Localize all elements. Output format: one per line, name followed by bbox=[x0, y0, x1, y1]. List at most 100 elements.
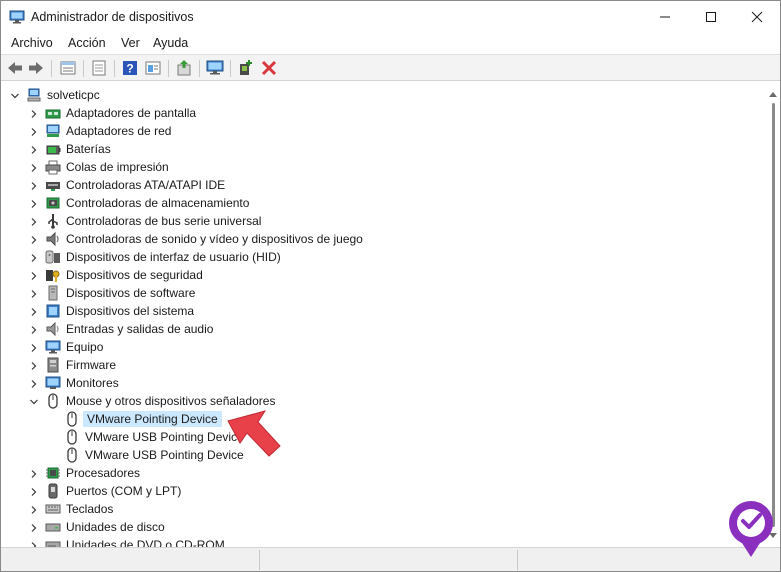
chevron-right-icon[interactable] bbox=[29, 288, 39, 298]
tree-category[interactable]: Baterías bbox=[4, 140, 764, 158]
tree-category[interactable]: Dispositivos de software bbox=[4, 284, 764, 302]
tree-category[interactable]: Unidades de DVD o CD-ROM bbox=[4, 536, 764, 547]
tree-category-label: Puertos (COM y LPT) bbox=[66, 484, 182, 498]
add-device-button[interactable] bbox=[237, 59, 255, 77]
toolbar-separator bbox=[199, 60, 200, 77]
storage-controller-icon bbox=[45, 195, 61, 211]
chevron-right-icon[interactable] bbox=[29, 144, 39, 154]
tree-category[interactable]: Entradas y salidas de audio bbox=[4, 320, 764, 338]
chevron-right-icon[interactable] bbox=[29, 270, 39, 280]
properties-page-icon bbox=[92, 60, 106, 76]
help-button[interactable]: ? bbox=[121, 59, 139, 77]
back-button[interactable] bbox=[6, 59, 24, 77]
chevron-right-icon[interactable] bbox=[29, 306, 39, 316]
tree-category-label: Equipo bbox=[66, 340, 104, 354]
tree-category[interactable]: Unidades de disco bbox=[4, 518, 764, 536]
status-separator bbox=[517, 550, 518, 570]
chevron-right-icon[interactable] bbox=[29, 324, 39, 334]
tree-category-label: Dispositivos de interfaz de usuario (HID… bbox=[66, 250, 281, 264]
tree-device-item[interactable]: VMware Pointing Device bbox=[4, 410, 764, 428]
menu-accion[interactable]: Acción bbox=[68, 36, 106, 50]
tree-category[interactable]: Adaptadores de pantalla bbox=[4, 104, 764, 122]
chevron-down-icon[interactable] bbox=[29, 396, 39, 406]
chevron-right-icon[interactable] bbox=[29, 108, 39, 118]
chevron-right-icon[interactable] bbox=[29, 486, 39, 496]
dvd-drive-icon bbox=[45, 537, 61, 547]
chevron-right-icon[interactable] bbox=[29, 522, 39, 532]
tree-category[interactable]: Colas de impresión bbox=[4, 158, 764, 176]
tree-category-label: Adaptadores de pantalla bbox=[66, 106, 197, 120]
scan-hardware-icon bbox=[206, 60, 224, 75]
add-device-icon bbox=[240, 60, 252, 75]
chevron-right-icon[interactable] bbox=[29, 378, 39, 388]
chevron-right-icon[interactable] bbox=[29, 216, 39, 226]
tree-category[interactable]: Controladoras ATA/ATAPI IDE bbox=[4, 176, 764, 194]
tree-category[interactable]: Dispositivos de interfaz de usuario (HID… bbox=[4, 248, 764, 266]
status-separator bbox=[259, 550, 260, 570]
uninstall-icon bbox=[261, 60, 277, 76]
maximize-button[interactable] bbox=[688, 1, 734, 33]
tree-device-item[interactable]: VMware USB Pointing Device bbox=[4, 428, 764, 446]
view-button[interactable] bbox=[144, 59, 162, 77]
chevron-right-icon[interactable] bbox=[29, 180, 39, 190]
tree-category[interactable]: Equipo bbox=[4, 338, 764, 356]
speaker-icon bbox=[45, 231, 61, 247]
tree-category[interactable]: Adaptadores de red bbox=[4, 122, 764, 140]
chevron-right-icon[interactable] bbox=[29, 126, 39, 136]
menu-ayuda[interactable]: Ayuda bbox=[153, 36, 188, 50]
menu-ver[interactable]: Ver bbox=[121, 36, 140, 50]
port-icon bbox=[45, 483, 61, 499]
title-bar[interactable]: Administrador de dispositivos bbox=[1, 1, 780, 33]
audio-io-icon bbox=[45, 321, 61, 337]
tree-category[interactable]: Monitores bbox=[4, 374, 764, 392]
uninstall-button[interactable] bbox=[260, 59, 278, 77]
menu-archivo[interactable]: Archivo bbox=[11, 36, 53, 50]
computer-icon bbox=[45, 339, 61, 355]
properties-page-button[interactable] bbox=[90, 59, 108, 77]
forward-button[interactable] bbox=[27, 59, 45, 77]
chevron-right-icon[interactable] bbox=[29, 468, 39, 478]
battery-icon bbox=[45, 141, 61, 157]
tree-category[interactable]: Procesadores bbox=[4, 464, 764, 482]
chevron-right-icon[interactable] bbox=[29, 360, 39, 370]
software-device-icon bbox=[45, 285, 61, 301]
status-bar bbox=[1, 547, 780, 571]
tree-category[interactable]: Controladoras de bus serie universal bbox=[4, 212, 764, 230]
tree-category-label: Mouse y otros dispositivos señaladores bbox=[66, 394, 276, 408]
vertical-scrollbar[interactable] bbox=[767, 85, 779, 547]
firmware-icon bbox=[45, 357, 61, 373]
minimize-icon bbox=[660, 16, 670, 18]
update-driver-button[interactable] bbox=[175, 59, 193, 77]
usb-icon bbox=[45, 213, 61, 229]
tree-category[interactable]: Firmware bbox=[4, 356, 764, 374]
chevron-right-icon[interactable] bbox=[29, 234, 39, 244]
chevron-right-icon[interactable] bbox=[29, 504, 39, 514]
scrollbar-thumb[interactable] bbox=[772, 103, 775, 527]
chevron-down-icon[interactable] bbox=[10, 90, 20, 100]
tree-category[interactable]: Mouse y otros dispositivos señaladores bbox=[4, 392, 764, 410]
scan-hardware-button[interactable] bbox=[206, 59, 224, 77]
close-button[interactable] bbox=[734, 1, 780, 33]
chevron-right-icon[interactable] bbox=[29, 198, 39, 208]
tree-category-label: Baterías bbox=[66, 142, 111, 156]
tree-category[interactable]: Teclados bbox=[4, 500, 764, 518]
tree-root[interactable]: solveticpc bbox=[4, 86, 764, 104]
tree-category[interactable]: Controladoras de almacenamiento bbox=[4, 194, 764, 212]
properties-list-button[interactable] bbox=[59, 59, 77, 77]
device-manager-icon bbox=[9, 9, 25, 25]
tree-category-label: Controladoras ATA/ATAPI IDE bbox=[66, 178, 226, 192]
tree-category[interactable]: Dispositivos del sistema bbox=[4, 302, 764, 320]
minimize-button[interactable] bbox=[642, 1, 688, 33]
chevron-right-icon[interactable] bbox=[29, 162, 39, 172]
tree-category[interactable]: Puertos (COM y LPT) bbox=[4, 482, 764, 500]
tree-category[interactable]: Dispositivos de seguridad bbox=[4, 266, 764, 284]
chevron-right-icon[interactable] bbox=[29, 540, 39, 547]
chevron-right-icon[interactable] bbox=[29, 252, 39, 262]
toolbar-separator bbox=[51, 60, 52, 77]
toolbar-separator bbox=[168, 60, 169, 77]
tree-device-item[interactable]: VMware USB Pointing Device bbox=[4, 446, 764, 464]
ide-controller-icon bbox=[45, 177, 61, 193]
chevron-right-icon[interactable] bbox=[29, 342, 39, 352]
scroll-up-icon[interactable] bbox=[769, 91, 777, 97]
tree-category[interactable]: Controladoras de sonido y vídeo y dispos… bbox=[4, 230, 764, 248]
